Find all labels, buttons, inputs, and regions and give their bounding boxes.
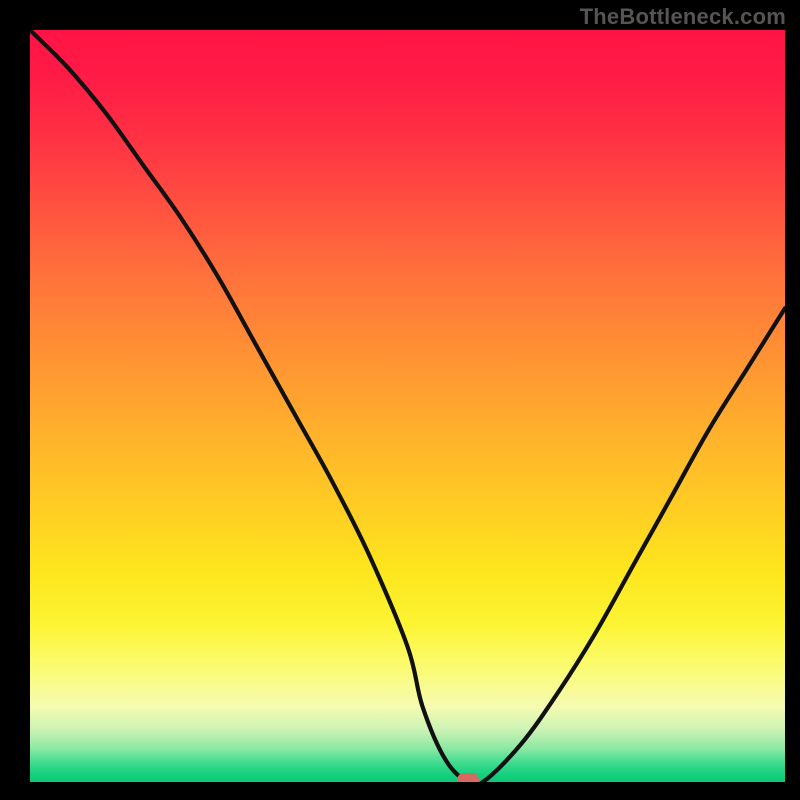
chart-frame: TheBottleneck.com: [0, 0, 800, 800]
watermark-text: TheBottleneck.com: [580, 4, 786, 30]
optimum-marker: [457, 773, 479, 782]
curve-path: [30, 30, 785, 782]
plot-area: [30, 30, 785, 782]
bottleneck-curve: [30, 30, 785, 782]
